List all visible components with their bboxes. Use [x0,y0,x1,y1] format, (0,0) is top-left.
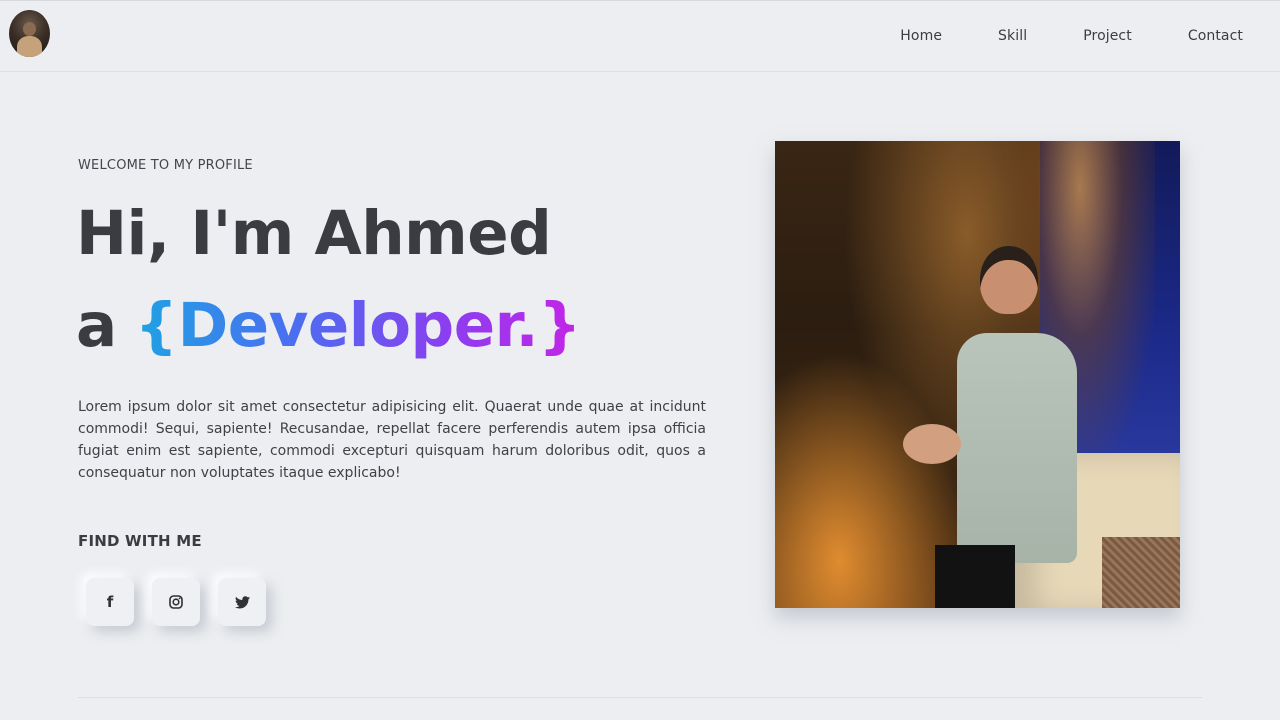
hero-greeting: Hi, I'm Ahmed [76,198,552,269]
welcome-subtitle: WELCOME TO MY PROFILE [78,158,253,173]
photo-person-body [957,333,1077,563]
nav-link-home[interactable]: Home [900,28,942,44]
hero-role-line: a {Developer.} [76,290,582,361]
photo-person-legs [935,545,1015,608]
photo-wall-texture [1102,537,1180,608]
hero-role-text: {Developer.} [134,290,582,361]
section-divider [78,697,1202,698]
avatar-head-shape [23,22,36,36]
twitter-icon [234,595,250,608]
main-nav: Home Skill Project Contact [844,28,1243,44]
hero-description: Lorem ipsum dolor sit amet consectetur a… [78,399,706,481]
social-section-title: FIND WITH ME [78,532,202,550]
facebook-icon: f [106,593,114,611]
photo-person-head [980,246,1038,314]
profile-photo [775,141,1180,608]
photo-person-hands [903,424,961,464]
social-links: f [86,578,284,626]
instagram-button[interactable] [152,578,200,626]
top-navigation-bar: Home Skill Project Contact [0,0,1280,72]
hero-role-prefix: a [76,290,117,361]
nav-link-skill[interactable]: Skill [998,28,1027,44]
facebook-button[interactable]: f [86,578,134,626]
nav-link-project[interactable]: Project [1083,28,1132,44]
profile-avatar[interactable] [9,10,50,57]
avatar-shoulders-shape [17,36,42,57]
instagram-icon [169,595,183,609]
twitter-button[interactable] [218,578,266,626]
nav-link-contact[interactable]: Contact [1188,28,1243,44]
